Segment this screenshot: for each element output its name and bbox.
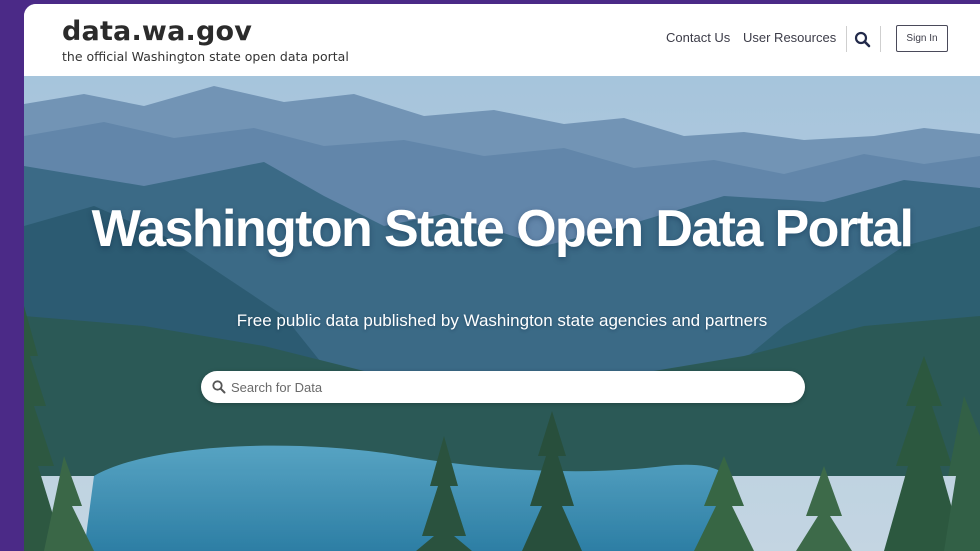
hero-subtitle: Free public data published by Washington… <box>236 311 768 330</box>
site-logo-title[interactable]: data.wa.gov <box>62 16 349 48</box>
site-header: data.wa.gov the official Washington stat… <box>24 4 980 76</box>
search-icon <box>211 379 227 395</box>
sign-in-button[interactable]: Sign In <box>896 25 948 52</box>
search-input[interactable] <box>231 371 791 403</box>
browser-page: data.wa.gov the official Washington stat… <box>24 4 980 551</box>
search-icon[interactable] <box>853 30 873 50</box>
brand-block[interactable]: data.wa.gov the official Washington stat… <box>62 16 349 64</box>
nav-divider <box>846 26 847 52</box>
hero-banner: Washington State Open Data Portal Free p… <box>24 76 980 551</box>
hero-search-bar[interactable] <box>201 371 805 403</box>
site-tagline: the official Washington state open data … <box>62 49 349 64</box>
hero-title: Washington State Open Data Portal <box>91 200 914 258</box>
nav-contact-us[interactable]: Contact Us <box>666 30 730 45</box>
nav-divider <box>880 26 881 52</box>
nav-user-resources[interactable]: User Resources <box>743 30 836 45</box>
